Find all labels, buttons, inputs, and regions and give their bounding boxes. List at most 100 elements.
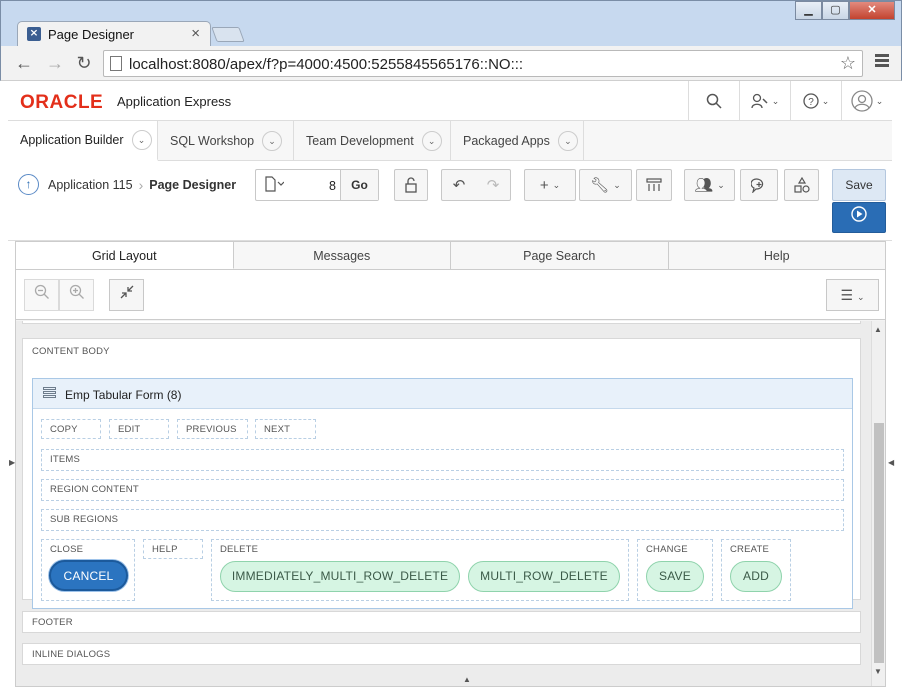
product-name: Application Express bbox=[117, 94, 232, 109]
slot-label: EDIT bbox=[118, 424, 141, 435]
immediately-multi-row-delete-button[interactable]: IMMEDIATELY_MULTI_ROW_DELETE bbox=[220, 561, 460, 592]
help-icon[interactable]: ? ⌄ bbox=[790, 81, 841, 121]
shapes-icon[interactable] bbox=[784, 169, 819, 201]
browser-titlebar: ⨯ Page Designer × ▁ ▢ ✕ bbox=[0, 0, 902, 47]
minimize-button[interactable]: ▁ bbox=[795, 1, 822, 20]
slot-edit[interactable]: EDIT bbox=[109, 419, 169, 439]
tab-help[interactable]: Help bbox=[669, 242, 886, 269]
close-window-button[interactable]: ✕ bbox=[849, 1, 895, 20]
back-arrow-icon[interactable]: ← bbox=[13, 52, 35, 74]
footer-label: FOOTER bbox=[32, 617, 73, 628]
redo-icon[interactable]: ↷ bbox=[487, 176, 500, 194]
breadcrumb-separator: › bbox=[138, 176, 144, 193]
tab-application-builder[interactable]: Application Builder ⌄ bbox=[8, 121, 158, 161]
slot-delete[interactable]: DELETE IMMEDIATELY_MULTI_ROW_DELETE MULT… bbox=[211, 539, 629, 601]
chevron-down-icon[interactable]: ⌄ bbox=[557, 131, 578, 151]
tabular-form-icon bbox=[43, 387, 56, 400]
utilities-menu-button[interactable]: 🔧︎ ⌄ bbox=[579, 169, 632, 201]
pane-tabs: Grid Layout Messages Page Search Help bbox=[16, 242, 885, 270]
slot-create[interactable]: CREATE ADD bbox=[721, 539, 791, 601]
new-tab-button[interactable] bbox=[211, 27, 245, 42]
slot-label: ITEMS bbox=[50, 454, 81, 465]
tab-packaged-apps[interactable]: Packaged Apps ⌄ bbox=[451, 121, 584, 161]
slot-items[interactable]: ITEMS bbox=[41, 449, 844, 471]
slot-region-content[interactable]: REGION CONTENT bbox=[41, 479, 844, 501]
apex-main-tabs: Application Builder ⌄ SQL Workshop ⌄ Tea… bbox=[8, 121, 892, 161]
tab-page-search[interactable]: Page Search bbox=[451, 242, 669, 269]
forward-arrow-icon[interactable]: → bbox=[44, 52, 66, 74]
shared-components-icon[interactable] bbox=[636, 169, 672, 201]
tab-team-development[interactable]: Team Development ⌄ bbox=[294, 121, 451, 161]
document-icon[interactable] bbox=[264, 176, 285, 195]
slot-label: DELETE bbox=[220, 544, 259, 555]
region-header: Emp Tabular Form (8) bbox=[33, 379, 852, 409]
collapse-icon[interactable] bbox=[109, 279, 144, 311]
save-region-button[interactable]: SAVE bbox=[646, 561, 704, 592]
page-number-input[interactable]: 8 bbox=[306, 179, 336, 193]
reload-icon[interactable]: ↻ bbox=[73, 52, 95, 74]
browser-menu-icon[interactable] bbox=[875, 54, 889, 69]
scroll-down-icon[interactable]: ▼ bbox=[874, 667, 882, 676]
lock-icon[interactable] bbox=[394, 169, 428, 201]
slot-label: HELP bbox=[152, 544, 178, 555]
inline-dialogs-label: INLINE DIALOGS bbox=[32, 649, 111, 660]
right-panel-toggle-icon[interactable]: ◀ bbox=[888, 458, 894, 467]
up-arrow-icon[interactable]: ↑ bbox=[18, 174, 39, 195]
chevron-down-icon[interactable]: ⌄ bbox=[262, 131, 283, 151]
save-button[interactable]: Save bbox=[832, 169, 886, 201]
canvas-scrollbar[interactable]: ▲ ▼ bbox=[871, 321, 885, 686]
slot-sub-regions[interactable]: SUB REGIONS bbox=[41, 509, 844, 531]
slot-previous[interactable]: PREVIOUS bbox=[177, 419, 248, 439]
page-selector[interactable]: 8 Go bbox=[255, 169, 379, 201]
undo-icon[interactable]: ↶ bbox=[453, 176, 466, 194]
grid-toolbar: ☰ ⌄ bbox=[16, 270, 885, 320]
run-page-button[interactable] bbox=[832, 202, 886, 233]
admin-tools-icon[interactable]: ⌄ bbox=[739, 81, 790, 121]
slot-close[interactable]: CLOSE CANCEL bbox=[41, 539, 135, 601]
chevron-down-icon[interactable]: ⌄ bbox=[131, 130, 152, 150]
bookmark-star-icon[interactable]: ☆ bbox=[840, 53, 856, 74]
footer-region[interactable]: FOOTER bbox=[22, 611, 861, 633]
page-icon bbox=[110, 56, 122, 71]
multi-row-delete-button[interactable]: MULTI_ROW_DELETE bbox=[468, 561, 620, 592]
undo-redo-group: ↶ ↷ bbox=[441, 169, 511, 201]
scroll-up-icon[interactable]: ▲ bbox=[874, 325, 882, 334]
slot-copy[interactable]: COPY bbox=[41, 419, 101, 439]
zoom-in-icon[interactable] bbox=[59, 279, 94, 311]
chevron-down-icon: ⌄ bbox=[613, 179, 621, 190]
slot-label: REGION CONTENT bbox=[50, 484, 139, 495]
slot-change[interactable]: CHANGE SAVE bbox=[637, 539, 713, 601]
inline-dialogs-region[interactable]: INLINE DIALOGS bbox=[22, 643, 861, 665]
search-icon[interactable] bbox=[688, 81, 739, 121]
browser-tab-title: Page Designer bbox=[48, 27, 134, 42]
tab-label: Application Builder bbox=[20, 133, 124, 147]
scrollbar-thumb[interactable] bbox=[874, 423, 884, 663]
slot-label: COPY bbox=[50, 424, 78, 435]
tab-label: SQL Workshop bbox=[170, 134, 255, 148]
bottom-panel-toggle-icon[interactable]: ▲ bbox=[463, 675, 471, 684]
team-dev-menu-button[interactable]: 👥︎ ⌄ bbox=[684, 169, 735, 201]
address-bar[interactable]: localhost:8080/apex/f?p=4000:4500:525584… bbox=[103, 50, 863, 77]
slot-next[interactable]: NEXT bbox=[255, 419, 316, 439]
oracle-logo[interactable]: ORACLE bbox=[20, 92, 103, 114]
comments-icon[interactable] bbox=[740, 169, 778, 201]
chevron-down-icon[interactable]: ⌄ bbox=[421, 131, 442, 151]
browser-toolbar: ← → ↻ localhost:8080/apex/f?p=4000:4500:… bbox=[0, 46, 902, 81]
maximize-button[interactable]: ▢ bbox=[822, 1, 849, 20]
chevron-down-icon: ⌄ bbox=[857, 292, 865, 302]
tab-messages[interactable]: Messages bbox=[234, 242, 451, 269]
browser-tab[interactable]: ⨯ Page Designer × bbox=[17, 21, 211, 47]
view-options-button[interactable]: ☰ ⌄ bbox=[826, 279, 879, 311]
breadcrumb-application[interactable]: Application 115 bbox=[48, 178, 133, 192]
go-button[interactable]: Go bbox=[340, 170, 378, 200]
zoom-out-icon[interactable] bbox=[24, 279, 59, 311]
tab-close-icon[interactable]: × bbox=[191, 25, 200, 42]
cancel-button[interactable]: CANCEL bbox=[49, 560, 128, 591]
emp-tabular-form-region[interactable]: Emp Tabular Form (8) COPY EDIT PREVIOUS … bbox=[32, 378, 853, 609]
user-icon[interactable]: ⌄ bbox=[841, 81, 892, 121]
slot-help[interactable]: HELP bbox=[143, 539, 203, 559]
tab-sql-workshop[interactable]: SQL Workshop ⌄ bbox=[158, 121, 294, 161]
create-menu-button[interactable]: + ⌄ bbox=[524, 169, 576, 201]
tab-grid-layout[interactable]: Grid Layout bbox=[16, 242, 234, 269]
add-button[interactable]: ADD bbox=[730, 561, 782, 592]
